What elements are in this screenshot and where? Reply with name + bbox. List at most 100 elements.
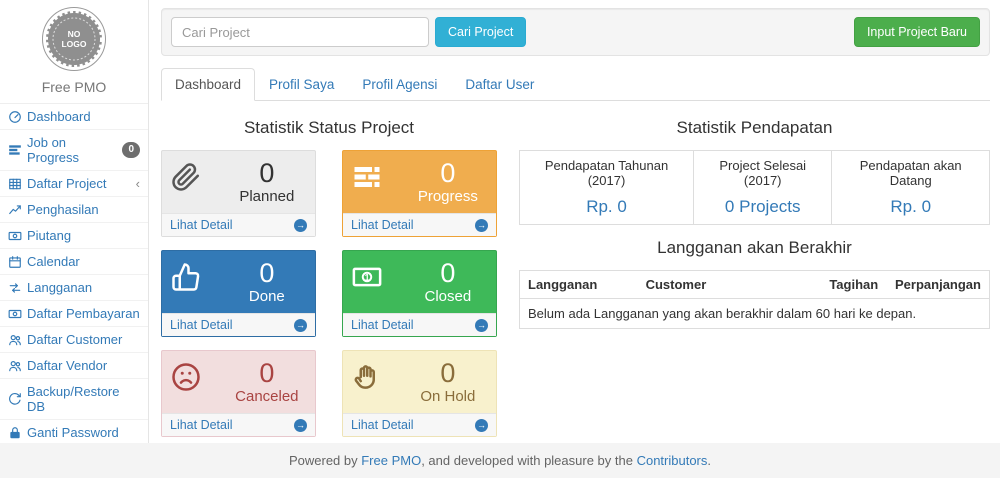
lihat-detail-link-done[interactable]: Lihat Detail [162,313,315,336]
column-header-perpanjangan: Perpanjangan [887,271,989,299]
lihat-detail-label: Lihat Detail [170,418,233,432]
money-icon: 1 [352,259,409,306]
table-icon [8,177,22,191]
arrow-circle-right-icon [294,219,307,232]
table-row: Belum ada Langganan yang akan berakhir d… [520,299,990,329]
paperclip-icon [171,159,228,206]
app-window: NO LOGO Free PMO Dashboard Job on Progre… [0,0,1000,443]
lock-icon [8,426,22,440]
status-card-planned: 0 Planned Lihat Detail [161,150,316,237]
thumbs-up-icon [171,259,228,306]
lihat-detail-label: Lihat Detail [351,418,414,432]
card-label: On Hold [409,388,487,405]
sidebar-item-label: Dashboard [27,109,91,124]
card-value: 0 [228,359,306,387]
status-card-closed: 1 0 Closed Lihat Detail [342,250,497,337]
lihat-detail-link-planned[interactable]: Lihat Detail [162,213,315,236]
stat-header: Pendapatan akan Datang [832,151,990,196]
brand: NO LOGO Free PMO [0,0,148,103]
sidebar-item-label: Piutang [27,228,71,243]
main-content: Cari Project Input Project Baru Dashboar… [149,0,1000,443]
calendar-icon [8,255,22,269]
status-card-done: 0 Done Lihat Detail [161,250,316,337]
users-icon [8,359,22,373]
footer-text: , and developed with pleasure by the [421,453,636,468]
tab-daftar-user[interactable]: Daftar User [451,68,548,101]
sidebar-item-piutang[interactable]: Piutang [0,223,148,249]
sidebar-item-label: Job on Progress [27,135,117,165]
lihat-detail-label: Lihat Detail [351,318,414,332]
line-chart-icon [8,203,22,217]
column-header-tagihan: Tagihan [821,271,887,299]
sidebar-item-daftar-vendor[interactable]: Daftar Vendor [0,353,148,379]
lihat-detail-link-closed[interactable]: Lihat Detail [343,313,496,336]
status-section-title: Statistik Status Project [161,118,497,138]
stat-value: Rp. 0 [520,195,694,225]
sidebar-item-dashboard[interactable]: Dashboard [0,104,148,130]
income-column: Statistik Pendapatan Pendapatan Tahunan … [497,105,990,437]
arrow-circle-right-icon [294,319,307,332]
card-label: Done [228,288,306,305]
lihat-detail-label: Lihat Detail [170,218,233,232]
chevron-left-icon: ‹ [136,176,140,191]
sidebar-item-label: Backup/Restore DB [27,384,140,414]
sidebar-item-daftar-project[interactable]: Daftar Project ‹ [0,171,148,197]
free-pmo-link[interactable]: Free PMO [361,453,421,468]
contributors-link[interactable]: Contributors [637,453,708,468]
income-stats-table: Pendapatan Tahunan (2017) Project Selesa… [519,150,990,225]
sidebar-item-daftar-customer[interactable]: Daftar Customer [0,327,148,353]
sidebar-item-daftar-pembayaran[interactable]: Daftar Pembayaran [0,301,148,327]
dashboard-panel: Statistik Status Project 0 Planned [161,105,990,437]
sidebar-item-label: Ganti Password [27,425,119,440]
footer-text: . [707,453,711,468]
logo-text-line2: LOGO [61,39,86,49]
users-icon [8,333,22,347]
stat-header: Pendapatan Tahunan (2017) [520,151,694,196]
empty-subscription-message: Belum ada Langganan yang akan berakhir d… [520,299,990,329]
tab-profil-saya[interactable]: Profil Saya [255,68,348,101]
tab-dashboard[interactable]: Dashboard [161,68,255,101]
sidebar-item-label: Penghasilan [27,202,99,217]
stat-value: Rp. 0 [832,195,990,225]
brand-name: Free PMO [0,79,148,95]
lihat-detail-link-on-hold[interactable]: Lihat Detail [343,413,496,436]
arrow-circle-right-icon [475,419,488,432]
sidebar-item-label: Daftar Project [27,176,106,191]
sidebar-item-penghasilan[interactable]: Penghasilan [0,197,148,223]
sidebar-item-calendar[interactable]: Calendar [0,249,148,275]
lihat-detail-link-progress[interactable]: Lihat Detail [343,213,496,236]
sidebar-item-langganan[interactable]: Langganan [0,275,148,301]
progress-count-badge: 0 [122,142,140,158]
money-icon [8,229,22,243]
lihat-detail-link-canceled[interactable]: Lihat Detail [162,413,315,436]
sidebar-item-job-on-progress[interactable]: Job on Progress 0 [0,130,148,171]
tasks-icon [8,143,22,157]
hand-icon [352,359,409,406]
sidebar-item-backup-restore-db[interactable]: Backup/Restore DB [0,379,148,420]
income-section-title: Statistik Pendapatan [519,118,990,138]
card-label: Closed [409,288,487,305]
status-column: Statistik Status Project 0 Planned [161,105,497,437]
cari-project-button[interactable]: Cari Project [435,17,526,47]
retweet-icon [8,281,22,295]
column-header-customer: Customer [638,271,822,299]
search-bar: Cari Project Input Project Baru [161,8,990,56]
status-cards: 0 Planned Lihat Detail [161,150,497,437]
input-project-baru-button[interactable]: Input Project Baru [854,17,980,47]
sidebar: NO LOGO Free PMO Dashboard Job on Progre… [0,0,149,443]
column-header-langganan: Langganan [520,271,638,299]
status-card-progress: 0 Progress Lihat Detail [342,150,497,237]
sidebar-item-label: Daftar Vendor [27,358,107,373]
dashboard-icon [8,110,22,124]
subscription-section-title: Langganan akan Berakhir [519,238,990,258]
search-input[interactable] [171,17,429,47]
page-footer: Powered by Free PMO, and developed with … [0,443,1000,478]
lihat-detail-label: Lihat Detail [170,318,233,332]
card-value: 0 [409,359,487,387]
svg-text:1: 1 [365,272,370,282]
lihat-detail-label: Lihat Detail [351,218,414,232]
sidebar-item-label: Daftar Pembayaran [27,306,140,321]
no-logo-seal: NO LOGO [41,6,107,72]
stat-header: Project Selesai (2017) [694,151,832,196]
tab-profil-agensi[interactable]: Profil Agensi [348,68,451,101]
